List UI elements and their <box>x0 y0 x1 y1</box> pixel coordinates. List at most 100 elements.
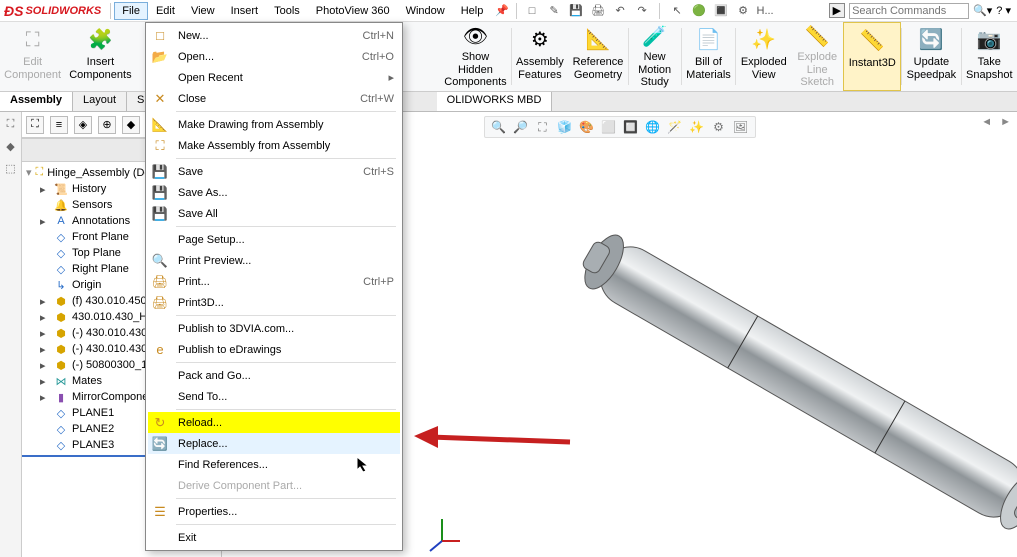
menu-edit[interactable]: Edit <box>148 2 183 20</box>
vp-tool-icon[interactable]: 🔎 <box>513 119 529 135</box>
menu-item-icon <box>150 388 170 406</box>
ribbon-snapshot[interactable]: 📷Take Snapshot <box>962 22 1017 91</box>
settings-icon[interactable]: ⚙ <box>735 3 751 19</box>
tree-tab-icon[interactable]: ◆ <box>122 116 140 134</box>
menu-insert[interactable]: Insert <box>223 2 267 20</box>
file-menu-item[interactable]: Pack and Go... <box>148 365 400 386</box>
tree-item-icon: ◇ <box>54 438 68 452</box>
ribbon-exploded-view[interactable]: ✨Exploded View <box>736 22 791 91</box>
search-input[interactable] <box>849 3 969 19</box>
file-menu-item[interactable]: 🔍Print Preview... <box>148 250 400 271</box>
menu-item-icon: 🖨 <box>150 273 170 291</box>
vp-tool-icon[interactable]: 🔲 <box>623 119 639 135</box>
vp-tool-icon[interactable]: 🖼 <box>733 119 749 135</box>
ribbon-show-hidden[interactable]: 👁Show Hidden Components <box>440 22 510 91</box>
menu-tools[interactable]: Tools <box>266 2 308 20</box>
menu-help[interactable]: Help <box>453 2 492 20</box>
file-menu-item[interactable]: Open Recent▸ <box>148 67 400 88</box>
file-menu-item[interactable]: 🔄Replace... <box>148 433 400 454</box>
ribbon-assembly-features[interactable]: ⚙Assembly Features <box>512 22 569 91</box>
tab-layout[interactable]: Layout <box>73 92 127 111</box>
ribbon-bom[interactable]: 📄Bill of Materials <box>682 22 736 91</box>
pin-icon[interactable]: 📌 <box>491 4 513 17</box>
ribbon-update-speedpak[interactable]: 🔄Update Speedpak <box>902 22 960 91</box>
tab-mbd[interactable]: OLIDWORKS MBD <box>437 92 553 111</box>
ribbon-label: Show Hidden Components <box>444 51 506 89</box>
file-menu-item[interactable]: □New...Ctrl+N <box>148 25 400 46</box>
side-icon[interactable]: ⛶ <box>3 118 19 134</box>
overflow-label[interactable]: H... <box>757 3 773 19</box>
menu-item-icon <box>150 69 170 87</box>
ribbon-insert-components[interactable]: 🧩Insert Components <box>65 22 135 91</box>
file-menu-item[interactable]: Exit <box>148 527 400 548</box>
file-menu-item[interactable]: ↻Reload... <box>148 412 400 433</box>
save-icon[interactable]: 💾 <box>568 3 584 19</box>
file-menu-item[interactable]: Page Setup... <box>148 229 400 250</box>
ribbon-instant3d[interactable]: 📏Instant3D <box>843 22 901 91</box>
ribbon-label: Edit Component <box>4 56 61 81</box>
twisty-icon: ▸ <box>40 375 50 388</box>
menu-item-label: Replace... <box>178 438 394 450</box>
file-menu-item[interactable]: 📂Open...Ctrl+O <box>148 46 400 67</box>
menu-item-icon: 🔍 <box>150 252 170 270</box>
menu-item-icon: 💾 <box>150 184 170 202</box>
side-icon[interactable]: ◆ <box>3 140 19 156</box>
file-menu-item[interactable]: Send To... <box>148 386 400 407</box>
tree-item-label: Origin <box>72 279 101 291</box>
menu-photoview[interactable]: PhotoView 360 <box>308 2 398 20</box>
vp-tool-icon[interactable]: ⛶ <box>535 119 551 135</box>
vp-tool-icon[interactable]: ⬜ <box>601 119 617 135</box>
file-menu-item[interactable]: 💾Save All <box>148 203 400 224</box>
menu-item-label: Properties... <box>178 506 394 518</box>
select-icon[interactable]: ↖ <box>669 3 685 19</box>
file-menu-item[interactable]: 🖨Print...Ctrl+P <box>148 271 400 292</box>
file-menu-item[interactable]: ePublish to eDrawings <box>148 339 400 360</box>
tree-tab-icon[interactable]: ≡ <box>50 116 68 134</box>
menu-file[interactable]: File <box>114 2 148 20</box>
axis-triad[interactable] <box>422 513 462 553</box>
menu-view[interactable]: View <box>183 2 223 20</box>
ribbon-edit-component[interactable]: ⛶Edit Component <box>0 22 65 91</box>
tree-tab-icon[interactable]: ⛶ <box>26 116 44 134</box>
tree-item-label: PLANE2 <box>72 423 114 435</box>
vp-tool-icon[interactable]: 🌐 <box>645 119 661 135</box>
file-menu-item[interactable]: 🖨Print3D... <box>148 292 400 313</box>
redo-icon[interactable]: ↷ <box>634 3 650 19</box>
search-icon[interactable]: 🔍▾ <box>973 4 992 17</box>
ribbon-reference-geometry[interactable]: 📐Reference Geometry <box>568 22 628 91</box>
rebuild-icon[interactable]: 🟢 <box>691 3 707 19</box>
tree-tab-icon[interactable]: ⊕ <box>98 116 116 134</box>
twisty-icon: ▸ <box>40 183 50 196</box>
tree-tab-icon[interactable]: ◈ <box>74 116 92 134</box>
ribbon-motion-study[interactable]: 🧪New Motion Study <box>629 22 681 91</box>
next-view-icon[interactable]: ► <box>1000 116 1011 128</box>
menu-window[interactable]: Window <box>398 2 453 20</box>
file-menu-item[interactable]: ☰Properties... <box>148 501 400 522</box>
vp-tool-icon[interactable]: ✨ <box>689 119 705 135</box>
vp-tool-icon[interactable]: ⚙ <box>711 119 727 135</box>
prev-view-icon[interactable]: ◄ <box>981 116 992 128</box>
submenu-arrow-icon: ▸ <box>388 71 394 84</box>
undo-icon[interactable]: ↶ <box>612 3 628 19</box>
file-menu-item[interactable]: 💾Save As... <box>148 182 400 203</box>
help-icon[interactable]: ? ▾ <box>996 4 1011 17</box>
file-menu-item[interactable]: Publish to 3DVIA.com... <box>148 318 400 339</box>
options-panel-icon[interactable]: 🔳 <box>713 3 729 19</box>
file-menu-item[interactable]: 📐Make Drawing from Assembly <box>148 114 400 135</box>
tab-assembly[interactable]: Assembly <box>0 92 73 111</box>
file-menu-item[interactable]: ⛶Make Assembly from Assembly <box>148 135 400 156</box>
vp-tool-icon[interactable]: 🧊 <box>557 119 573 135</box>
vp-tool-icon[interactable]: 🎨 <box>579 119 595 135</box>
vp-tool-icon[interactable]: 🔍 <box>491 119 507 135</box>
menu-item-label: New... <box>178 30 355 42</box>
menu-separator <box>176 362 396 363</box>
ribbon-explode-line-sketch[interactable]: 📏Explode Line Sketch <box>791 22 843 91</box>
vp-tool-icon[interactable]: 🪄 <box>667 119 683 135</box>
open-icon[interactable]: ✎ <box>546 3 562 19</box>
run-search-button[interactable]: ▶ <box>829 3 845 18</box>
side-icon[interactable]: ⬚ <box>3 162 19 178</box>
file-menu-item[interactable]: ✕CloseCtrl+W <box>148 88 400 109</box>
file-menu-item[interactable]: 💾SaveCtrl+S <box>148 161 400 182</box>
new-icon[interactable]: □ <box>524 3 540 19</box>
print-icon[interactable]: 🖨 <box>590 3 606 19</box>
